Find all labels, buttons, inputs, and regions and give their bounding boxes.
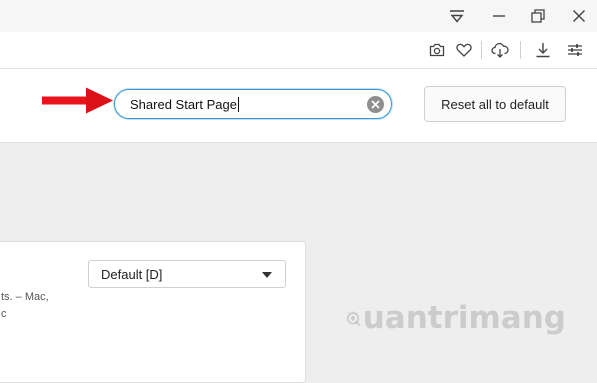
close-icon[interactable] [566, 4, 592, 28]
restore-icon[interactable] [525, 4, 551, 28]
heart-icon[interactable] [452, 38, 476, 62]
watermark: uantrimang [346, 292, 566, 344]
menu-icon[interactable] [444, 4, 470, 28]
setting-description: ts. – Mac, c [1, 289, 49, 323]
watermark-text: uantrimang [362, 300, 566, 336]
camera-icon[interactable] [425, 38, 449, 62]
setting-card: Default [D] ts. – Mac, c [0, 241, 306, 383]
description-line: ts. – Mac, [1, 291, 49, 303]
text-caret [237, 97, 239, 112]
toolbar-separator [520, 41, 521, 59]
toolbar-separator [481, 41, 482, 59]
title-bar [0, 0, 597, 32]
cloud-sync-icon[interactable] [488, 38, 512, 62]
start-page-select[interactable]: Default [D] [88, 260, 286, 288]
description-line: c [1, 308, 7, 320]
browser-toolbar [0, 32, 597, 69]
clear-circle-icon[interactable] [367, 96, 384, 113]
annotation-arrow-icon [42, 87, 113, 114]
download-icon[interactable] [531, 38, 555, 62]
settings-sliders-icon[interactable] [563, 38, 587, 62]
reset-all-button[interactable]: Reset all to default [424, 86, 566, 122]
bulb-q-logo-icon [346, 310, 361, 326]
search-input[interactable]: Shared Start Page [114, 89, 392, 119]
search-input-value[interactable]: Shared Start Page [130, 97, 239, 112]
select-value: Default [D] [101, 267, 163, 282]
minimize-icon[interactable] [486, 4, 512, 28]
chevron-down-icon [262, 272, 272, 278]
